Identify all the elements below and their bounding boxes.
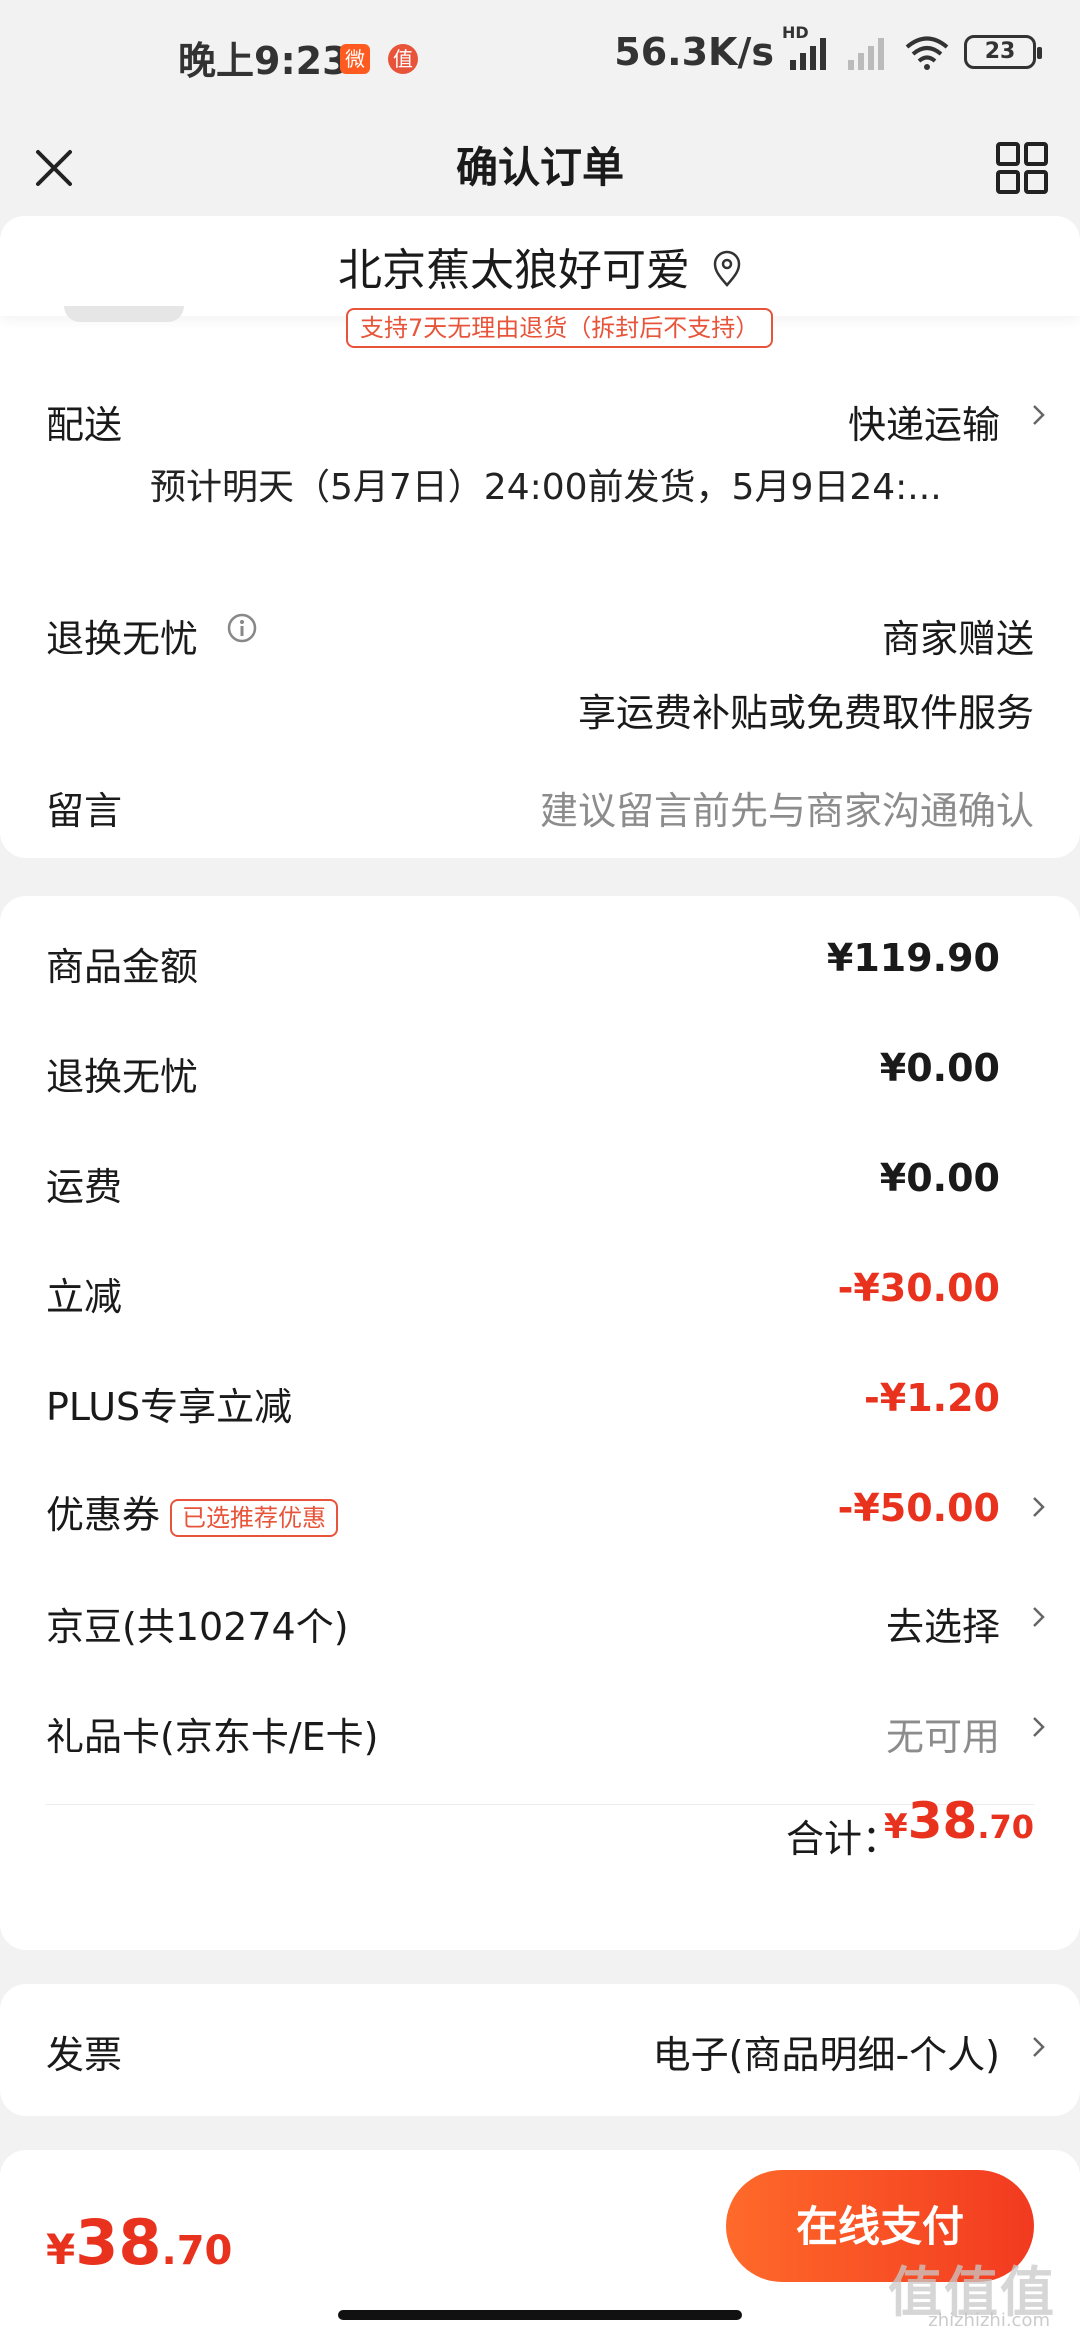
total-currency: ¥ [884,1807,908,1847]
signal-hd-label: HD [782,23,809,42]
chevron-right-icon[interactable] [1032,404,1046,426]
total-dec: .70 [977,1808,1034,1846]
chevron-right-icon[interactable] [1032,1606,1046,1628]
price-row-value: -¥30.00 [837,1266,1000,1310]
price-row-label: PLUS专享立减 [46,1385,293,1429]
giftcard-value[interactable]: 无可用 [886,1706,1000,1761]
price-row-label: 运费 [46,1165,123,1209]
status-time: 晚上9:23 [178,39,349,83]
delivery-label: 配送 [46,403,123,447]
delivery-method[interactable]: 快递运输 [848,394,1000,449]
net-speed: 56.3K/s [614,30,774,74]
return-note: 享运费补贴或免费取件服务 [577,691,1034,735]
price-row-value: ¥119.90 [826,936,1000,980]
status-right-group: 56.3K/s HD 23 [614,23,1042,74]
jingdou-select[interactable]: 去选择 [886,1596,1000,1651]
price-row-value: -¥1.20 [864,1376,1000,1420]
top-nav: 确认订单 [0,120,1080,216]
zhi-notification-icon: 值 [388,44,418,74]
return-policy-tag: 支持7天无理由退货（拆封后不支持） [346,308,774,348]
home-indicator[interactable] [338,2310,742,2320]
message-label: 留言 [46,789,123,833]
address-bar[interactable]: 北京蕉太狼好可爱 [0,216,1080,316]
price-row-value: ¥0.00 [879,1046,1000,1090]
status-bar: 晚上9:23 微 值 56.3K/s HD 23 [0,0,1080,120]
address-name: 北京蕉太狼好可爱 [338,245,690,296]
total-int: 38 [907,1792,978,1850]
pay-currency: ¥ [46,2225,76,2274]
price-row-value: ¥0.00 [879,1156,1000,1200]
chevron-right-icon[interactable] [1032,1716,1046,1738]
delivery-estimate: 预计明天（5月7日）24:00前发货，5月9日24:... [150,467,942,508]
chevron-right-icon[interactable] [1032,1496,1046,1518]
invoice-label: 发票 [46,2033,123,2077]
app-notification-icon: 微 [340,44,370,74]
message-input[interactable]: 建议留言前先与商家沟通确认 [540,780,1034,835]
delivery-card: 配送 快递运输 预计明天（5月7日）24:00前发货，5月9日24:... 退换… [0,290,1080,858]
invoice-card[interactable]: 发票 电子(商品明细-个人) [0,1984,1080,2116]
total-amount: ¥38.70 [884,1792,1034,1850]
price-card: 商品金额 ¥119.90 退换无忧 ¥0.00 运费 ¥0.00 立减 -¥30… [0,896,1080,1950]
coupon-label: 优惠券 [46,1493,161,1537]
return-value: 商家赠送 [881,617,1034,661]
address-text: 北京蕉太狼好可爱 [0,234,1080,299]
price-row-label: 商品金额 [46,945,199,989]
location-pin-icon [712,248,742,299]
coupon-value[interactable]: -¥50.00 [838,1486,1000,1530]
total-label: 合计： [785,1817,900,1861]
coupon-tag: 已选推荐优惠 [170,1498,339,1537]
chevron-right-icon[interactable] [1032,2036,1046,2058]
jingdou-label: 京豆(共10274个) [46,1605,349,1649]
price-row-label: 退换无忧 [46,1055,199,1099]
pay-int: 38 [75,2206,162,2279]
invoice-value[interactable]: 电子(商品明细-个人) [653,2024,1000,2079]
battery-icon: 23 [964,35,1042,69]
more-grid-icon[interactable] [992,138,1052,198]
coupon-row[interactable]: 优惠券 已选推荐优惠 [46,1484,339,1539]
giftcard-label: 礼品卡(京东卡/E卡) [46,1715,379,1759]
return-label: 退换无忧 [46,617,199,661]
signal-2-icon [846,35,890,70]
price-row-label: 立减 [46,1275,123,1319]
signal-icon: HD [782,23,832,70]
watermark-url: zhizhizhi.com [928,2310,1050,2331]
product-thumbnail [64,306,184,322]
wifi-icon [904,35,950,70]
page-title: 确认订单 [455,143,624,192]
info-icon[interactable] [226,612,258,644]
pay-dec: .70 [161,2228,233,2274]
pay-amount: ¥38.70 [46,2206,232,2279]
